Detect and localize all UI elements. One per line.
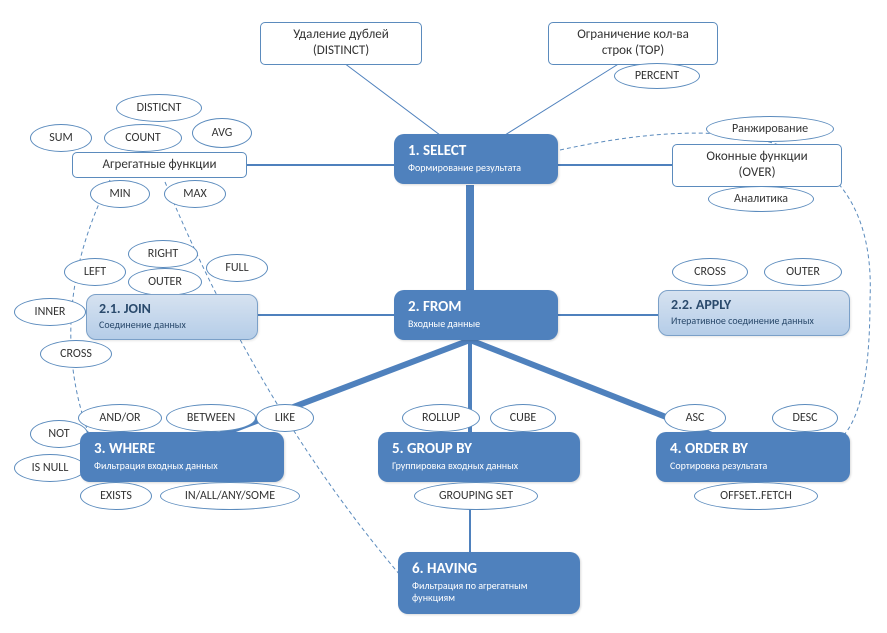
node-groupingset: GROUPING SET: [414, 482, 538, 510]
subtitle: Итеративное соединение данных: [671, 315, 837, 327]
node-avg: AVG: [192, 118, 252, 148]
title: 2.1. JOIN: [99, 301, 245, 318]
node-select: 1. SELECT Формирование результата: [394, 134, 558, 184]
subtitle: Фильтрация входных данных: [94, 460, 270, 472]
node-desc: DESC: [772, 404, 838, 432]
node-left: LEFT: [64, 258, 126, 286]
title: 4. ORDER BY: [670, 440, 836, 458]
subtitle: Фильтрация по агрегатным функциям: [412, 580, 566, 604]
node-outer-join: OUTER: [128, 268, 202, 296]
node-count: COUNT: [104, 124, 182, 152]
node-offsetfetch: OFFSET..FETCH: [694, 482, 818, 510]
node-analytics: Аналитика: [708, 186, 814, 212]
node-rollup: ROLLUP: [402, 404, 480, 432]
subtitle: Формирование результата: [408, 162, 544, 174]
node-apply: 2.2. APPLY Итеративное соединение данных: [658, 290, 850, 336]
node-orderby: 4. ORDER BY Сортировка результата: [656, 432, 850, 482]
title: 2.2. APPLY: [671, 297, 837, 314]
label: Удаление дублей (DISTINCT): [273, 27, 409, 60]
node-andor: AND/OR: [78, 404, 162, 432]
node-exists: EXISTS: [80, 482, 152, 510]
label: Ограничение кол-ва строк (TOP): [561, 27, 705, 60]
node-max: MAX: [164, 180, 226, 208]
node-percent: PERCENT: [614, 63, 700, 89]
node-cross-join: CROSS: [40, 340, 112, 368]
node-outer-apply: OUTER: [764, 258, 842, 286]
node-inner: INNER: [14, 298, 86, 326]
node-inall: IN/ALL/ANY/SOME: [160, 482, 300, 510]
node-isnull: IS NULL: [14, 454, 86, 482]
node-groupby: 5. GROUP BY Группировка входных данных: [378, 432, 580, 482]
node-cube: CUBE: [490, 404, 556, 432]
title: 6. HAVING: [412, 560, 566, 578]
node-right: RIGHT: [128, 240, 198, 268]
node-from: 2. FROM Входные данные: [394, 290, 558, 340]
node-ranking: Ранжирование: [706, 116, 834, 142]
node-where: 3. WHERE Фильтрация входных данных: [80, 432, 284, 482]
node-top: Ограничение кол-ва строк (TOP): [548, 22, 718, 65]
subtitle: Группировка входных данных: [392, 460, 566, 472]
subtitle: Входные данные: [408, 318, 544, 330]
subtitle: Сортировка результата: [670, 460, 836, 472]
node-distinct: Удаление дублей (DISTINCT): [260, 22, 422, 65]
node-between: BETWEEN: [166, 404, 256, 432]
title: 1. SELECT: [408, 142, 544, 160]
node-like: LIKE: [256, 404, 314, 432]
node-asc: ASC: [664, 404, 726, 432]
node-min: MIN: [90, 180, 150, 208]
node-having: 6. HAVING Фильтрация по агрегатным функц…: [398, 552, 580, 614]
title: 2. FROM: [408, 298, 544, 316]
node-disticnt: DISTICNT: [116, 94, 202, 122]
node-cross-apply: CROSS: [672, 258, 748, 286]
title: 3. WHERE: [94, 440, 270, 458]
node-full: FULL: [206, 254, 268, 282]
node-aggregate-functions: Агрегатные функции: [72, 152, 247, 178]
node-sum: SUM: [30, 124, 92, 152]
node-window-functions: Оконные функции (OVER): [672, 144, 842, 187]
title: 5. GROUP BY: [392, 440, 566, 458]
subtitle: Соединение данных: [99, 319, 245, 331]
node-join: 2.1. JOIN Соединение данных: [86, 294, 258, 340]
